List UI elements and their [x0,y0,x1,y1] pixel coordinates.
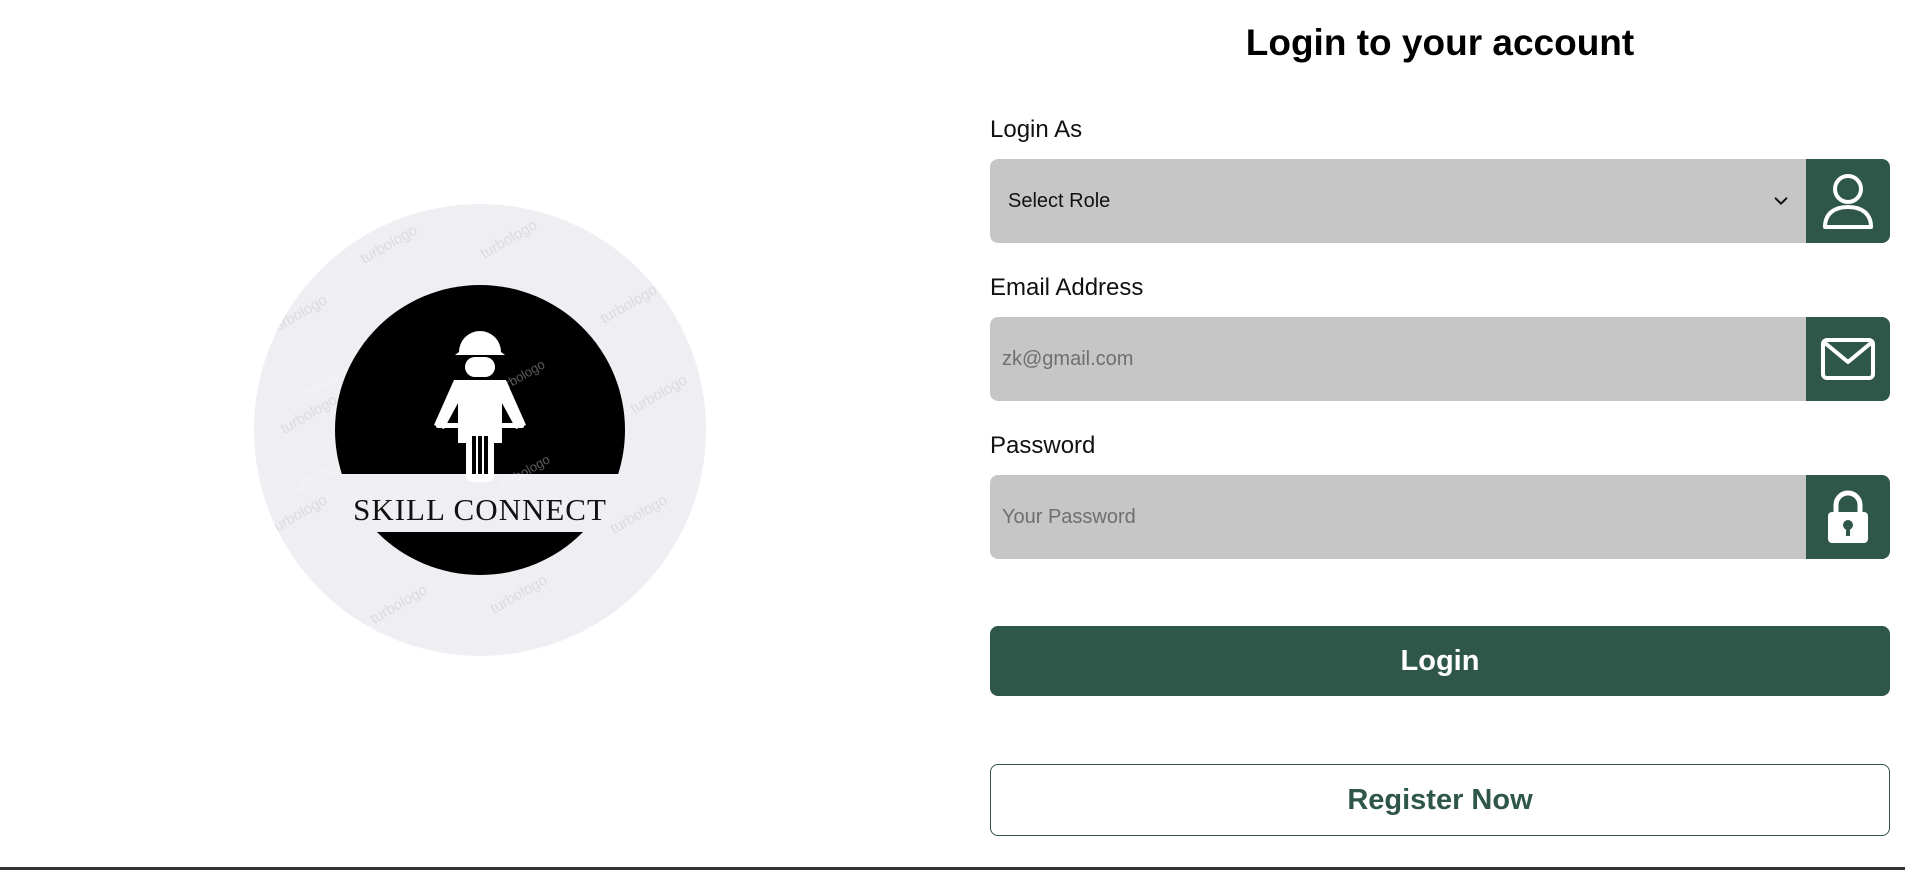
role-select-value: Select Role [1008,189,1111,212]
chevron-down-icon [1774,197,1788,205]
password-field [990,475,1890,559]
email-label: Email Address [990,274,1144,301]
user-icon [1823,174,1873,229]
skill-connect-logo: turbologo turbologo turbologo turbologo … [254,204,706,656]
role-field: Select Role [990,159,1890,243]
role-icon-box [1806,159,1890,243]
password-icon-box [1806,475,1890,559]
page-title: Login to your account [1245,22,1635,63]
email-icon-box [1806,317,1890,401]
svg-text:turbologo: turbologo [628,371,691,417]
login-button[interactable]: Login [990,626,1890,696]
svg-text:turbologo: turbologo [368,581,431,627]
mail-icon [1821,338,1875,380]
login-page: turbologo turbologo turbologo turbologo … [0,0,1905,870]
email-field [990,317,1890,401]
email-input[interactable] [990,317,1806,401]
svg-text:turbologo: turbologo [488,571,551,617]
svg-text:turbologo: turbologo [288,456,342,496]
svg-text:turbologo: turbologo [358,221,421,267]
register-now-button[interactable]: Register Now [990,764,1890,836]
logo-text: SKILL CONNECT [353,492,607,527]
password-label: Password [990,432,1096,459]
svg-text:turbologo: turbologo [268,491,331,537]
lock-icon [1828,490,1868,543]
svg-text:turbologo: turbologo [478,216,541,262]
password-input[interactable] [990,475,1806,559]
role-label: Login As [990,116,1083,143]
svg-text:turbologo: turbologo [608,491,671,537]
svg-text:turbologo: turbologo [268,291,331,337]
role-select[interactable]: Select Role [990,159,1806,243]
logo-graphic: turbologo turbologo turbologo turbologo … [268,216,691,627]
svg-text:turbologo: turbologo [598,281,661,327]
